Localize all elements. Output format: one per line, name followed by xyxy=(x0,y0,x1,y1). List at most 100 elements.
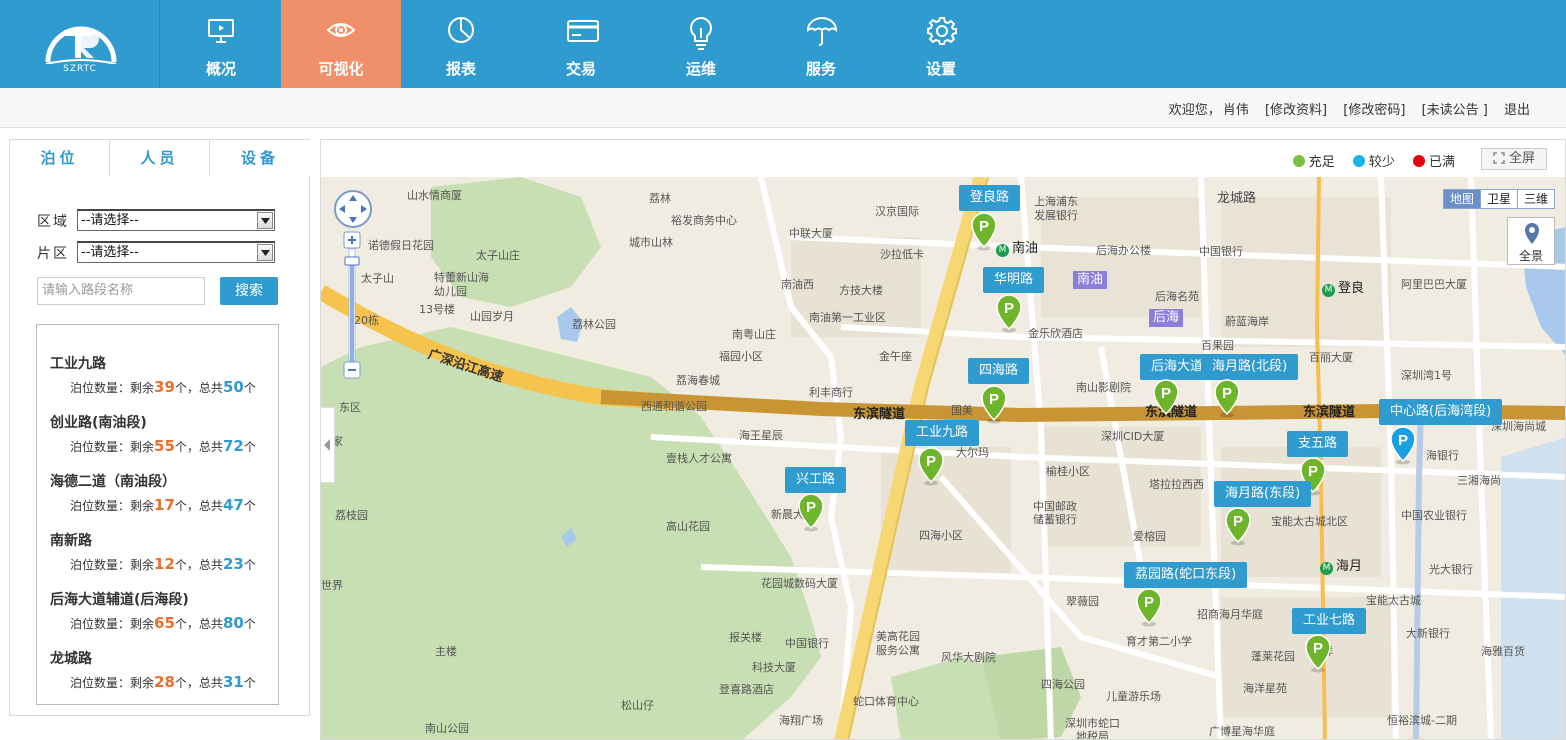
map-type-satellite[interactable]: 卫星 xyxy=(1479,190,1517,208)
nav-transactions[interactable]: 交易 xyxy=(521,0,641,88)
berth-count: 泊位数量：剩余12个，总共23个 xyxy=(70,555,270,573)
nav-service[interactable]: 服务 xyxy=(761,0,881,88)
tab-berth[interactable]: 泊位 xyxy=(10,140,110,177)
edit-profile-link[interactable]: [修改资料] xyxy=(1265,103,1327,118)
zone-select[interactable]: --请选择-- xyxy=(77,241,275,263)
parking-label[interactable]: 登良路 xyxy=(959,185,1021,211)
svg-text:P: P xyxy=(979,218,989,235)
parking-label[interactable]: 荔园路(蛇口东段) xyxy=(1124,562,1248,588)
change-password-link[interactable]: [修改密码] xyxy=(1343,103,1405,118)
list-item[interactable]: 后海大道辅道(后海段) 泊位数量：剩余65个，总共80个 xyxy=(50,589,270,632)
place-label: 海王星辰 xyxy=(739,429,783,442)
list-item[interactable]: 创业路(南油段) 泊位数量：剩余55个，总共72个 xyxy=(50,412,270,455)
nav-visualization[interactable]: 可视化 xyxy=(281,0,401,88)
fullscreen-label: 全屏 xyxy=(1508,151,1535,166)
svg-text:P: P xyxy=(1144,594,1154,611)
place-label: 恒裕滨城-二期 xyxy=(1387,714,1457,727)
list-item[interactable]: 龙城路 泊位数量：剩余28个，总共31个 xyxy=(50,648,270,691)
remain-count: 28 xyxy=(154,673,175,691)
parking-label[interactable]: 四海路 xyxy=(968,358,1030,384)
total-count: 31 xyxy=(222,673,244,691)
pan-control[interactable] xyxy=(333,189,373,233)
place-label: 海翔广场 xyxy=(779,714,823,727)
parking-label[interactable]: 中心路(后海湾段) xyxy=(1379,399,1503,425)
place-label: 13号楼 xyxy=(419,303,455,316)
metro-icon: M xyxy=(1322,284,1335,297)
logout-link[interactable]: 退出 xyxy=(1504,103,1530,118)
count-prefix: 泊位数量： xyxy=(70,558,131,572)
parking-pin-icon[interactable]: P xyxy=(917,446,945,486)
nav-settings[interactable]: 设置 xyxy=(881,0,1001,88)
map-type-3d[interactable]: 三维 xyxy=(1516,190,1554,208)
map-type-map[interactable]: 地图 xyxy=(1443,190,1480,208)
list-item[interactable]: 南新路 泊位数量：剩余12个，总共23个 xyxy=(50,530,270,573)
unit: 个 xyxy=(174,558,187,572)
place-label: 南油第一工业区 xyxy=(809,311,886,324)
place-label: 大新银行 xyxy=(1406,627,1450,640)
parking-pin-icon[interactable]: P xyxy=(797,492,825,532)
parking-pin-icon[interactable]: P xyxy=(970,211,998,251)
list-item[interactable]: 海德二道（南油段） 泊位数量：剩余17个，总共47个 xyxy=(50,471,270,514)
place-label: 后海名苑 xyxy=(1155,290,1199,303)
tab-bar: 泊位 人员 设备 xyxy=(10,140,310,177)
place-label: 登喜路酒店 xyxy=(719,683,774,696)
place-label: 汉京国际 xyxy=(875,205,919,218)
place-label: 太子山庄 xyxy=(476,249,520,262)
logo[interactable]: SZRTC xyxy=(0,0,160,88)
collapse-handle[interactable] xyxy=(321,407,335,483)
search-button[interactable]: 搜索 xyxy=(220,277,278,305)
parking-pin-icon[interactable]: P xyxy=(1304,633,1332,673)
monitor-icon xyxy=(208,19,234,43)
total-prefix: ，总共 xyxy=(186,440,223,454)
list-item[interactable]: 工业九路 泊位数量：剩余39个，总共50个 xyxy=(50,353,270,396)
place-label: 花园城数码大厦 xyxy=(761,577,838,590)
nav-operations[interactable]: 运维 xyxy=(641,0,761,88)
road-search-input[interactable]: 请输入路段名称 xyxy=(37,277,205,305)
total-prefix: ，总共 xyxy=(186,381,223,395)
remain-count: 39 xyxy=(154,378,175,396)
map-canvas[interactable]: 山水情商厦 荔林 裕发商务中心 汉京国际 上海浦东 发展银行 诺德假日花园 城市… xyxy=(321,177,1565,740)
place-label: 塔拉拉西西 xyxy=(1149,478,1204,491)
top-navigation: SZRTC 概况 可视化 报表 交易 运维 服务 设置 xyxy=(0,0,1566,88)
count-prefix: 泊位数量： xyxy=(70,676,131,690)
unread-notice-link[interactable]: [未读公告 ] xyxy=(1422,103,1488,118)
parking-pin-icon[interactable]: P xyxy=(995,293,1023,333)
place-label: 幼儿园 xyxy=(434,285,467,298)
dropdown-arrow-icon xyxy=(257,212,273,229)
unit: 个 xyxy=(243,558,256,572)
berth-count: 泊位数量：剩余55个，总共72个 xyxy=(70,437,270,455)
user-name: 肖伟 xyxy=(1222,103,1249,118)
parking-label[interactable]: 海月路(北段) xyxy=(1201,354,1299,380)
parking-pin-icon[interactable]: P xyxy=(1389,425,1417,465)
area-select[interactable]: --请选择-- xyxy=(77,209,275,231)
fullscreen-button[interactable]: 全屏 xyxy=(1481,148,1547,170)
parking-pin-icon[interactable]: P xyxy=(1213,378,1241,418)
metro-name: 海月 xyxy=(1336,559,1363,574)
zoom-slider[interactable] xyxy=(343,231,361,381)
place-label: 金乐欣酒店 xyxy=(1028,327,1083,340)
place-label: 荔枝园 xyxy=(335,509,368,522)
place-label: 南山影剧院 xyxy=(1076,381,1131,394)
remain-prefix: 剩余 xyxy=(130,617,155,631)
parking-label[interactable]: 海月路(东段) xyxy=(1214,481,1312,507)
parking-pin-icon[interactable]: P xyxy=(980,384,1008,424)
road-name: 南新路 xyxy=(50,533,92,549)
parking-label[interactable]: 工业七路 xyxy=(1292,608,1367,634)
parking-label[interactable]: 兴工路 xyxy=(785,467,847,493)
parking-pin-icon[interactable]: P xyxy=(1152,378,1180,418)
panorama-button[interactable]: 全景 xyxy=(1507,217,1555,265)
place-label: 地税局 xyxy=(1076,730,1109,740)
parking-label[interactable]: 支五路 xyxy=(1287,431,1349,457)
area-label: 区域 xyxy=(37,214,69,230)
place-label: 发展银行 xyxy=(1034,209,1078,222)
parking-pin-icon[interactable]: P xyxy=(1224,506,1252,546)
parking-label[interactable]: 工业九路 xyxy=(905,420,980,446)
nav-reports[interactable]: 报表 xyxy=(401,0,521,88)
parking-pin-icon[interactable]: P xyxy=(1135,587,1163,627)
tab-personnel[interactable]: 人员 xyxy=(110,140,210,176)
parking-label[interactable]: 华明路 xyxy=(983,267,1045,293)
nav-overview[interactable]: 概况 xyxy=(161,0,281,88)
eye-icon xyxy=(327,23,355,37)
tab-device[interactable]: 设备 xyxy=(210,140,310,176)
place-label: 三湘海尚 xyxy=(1457,474,1501,487)
